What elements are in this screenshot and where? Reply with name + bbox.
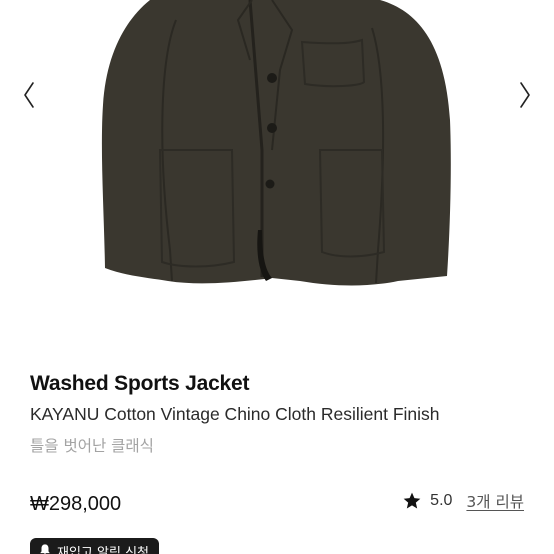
- product-image: [101, 0, 451, 286]
- product-name: Washed Sports Jacket: [30, 372, 250, 395]
- chevron-right-icon[interactable]: [512, 78, 536, 112]
- review-count-link[interactable]: 3개 리뷰: [466, 490, 524, 512]
- chevron-left-icon[interactable]: [18, 78, 42, 112]
- product-image-gallery[interactable]: [0, 0, 554, 340]
- product-info: Washed Sports Jacket KAYANU Cotton Vinta…: [30, 372, 540, 456]
- rating-summary: 5.0 3개 리뷰: [402, 490, 524, 512]
- product-tagline: 틀을 벗어난 클래식: [30, 437, 154, 455]
- restock-alert-label: 재입고 알림 신청: [57, 546, 149, 554]
- restock-alert-button[interactable]: 재입고 알림 신청: [30, 538, 159, 554]
- product-price: ₩298,000: [30, 493, 122, 515]
- rating-score: 5.0: [430, 492, 453, 509]
- bell-icon: [40, 544, 50, 554]
- product-subtitle: KAYANU Cotton Vintage Chino Cloth Resili…: [30, 404, 440, 424]
- star-icon: [403, 492, 421, 509]
- product-detail-page: Washed Sports Jacket KAYANU Cotton Vinta…: [0, 0, 554, 554]
